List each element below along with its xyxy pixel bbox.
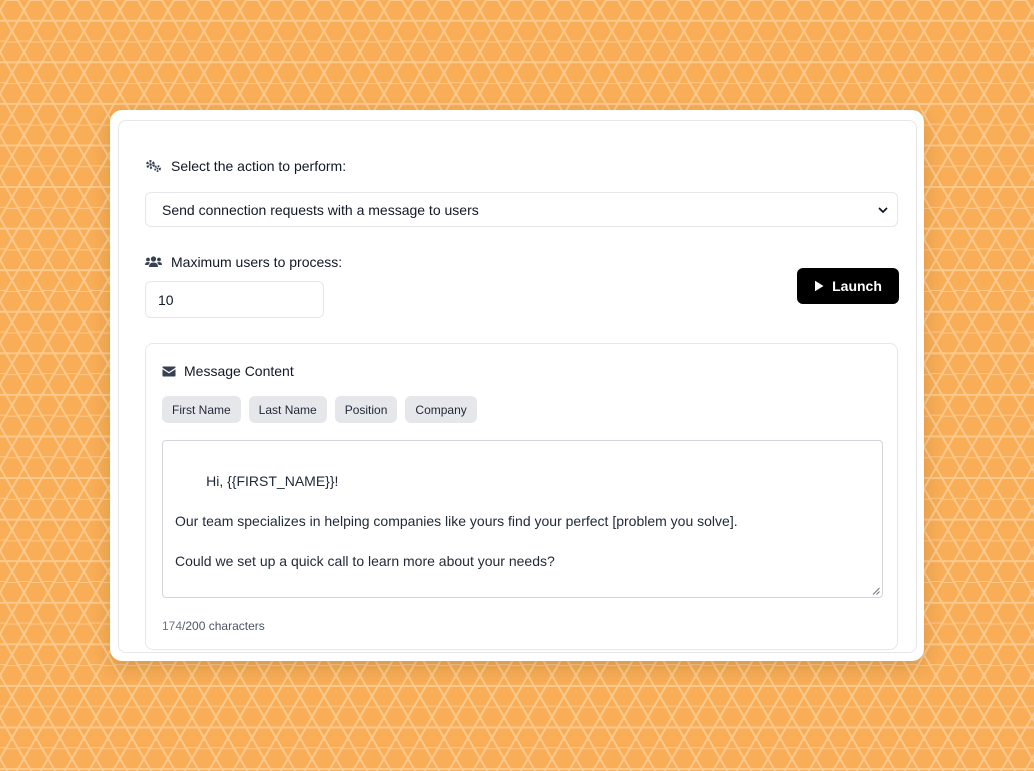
chip-company[interactable]: Company [405,396,477,423]
character-counter: 174/200 characters [162,619,265,633]
play-icon [815,280,824,292]
launch-button[interactable]: Launch [797,268,899,304]
campaign-card: Select the action to perform: Send conne… [110,110,924,661]
message-title: Message Content [184,363,294,379]
character-count: 174 [162,619,183,633]
chip-first-name[interactable]: First Name [162,396,241,423]
action-label: Select the action to perform: [171,158,347,174]
campaign-panel: Select the action to perform: Send conne… [118,120,917,653]
max-users-label: Maximum users to process: [171,254,343,270]
message-header: Message Content [162,363,294,379]
chip-position[interactable]: Position [334,396,398,423]
resize-handle-icon[interactable] [872,587,880,595]
action-label-row: Select the action to perform: [145,158,346,174]
envelope-icon [162,364,176,378]
message-text: Hi, {{FIRST_NAME}}! Our team specializes… [175,473,738,569]
character-limit: /200 characters [182,619,265,633]
chip-last-name[interactable]: Last Name [248,396,327,423]
launch-button-label: Launch [832,278,882,294]
action-select-value: Send connection requests with a message … [162,201,479,218]
chevron-down-icon [878,207,888,213]
max-users-value: 10 [158,291,174,308]
gears-icon [145,159,162,173]
max-users-label-row: Maximum users to process: [145,254,342,270]
message-textarea[interactable]: Hi, {{FIRST_NAME}}! Our team specializes… [162,440,883,598]
message-content-section: Message Content First Name Last Name Pos… [145,343,898,650]
variable-chips: First Name Last Name Position Company [162,396,477,423]
users-icon [145,255,162,269]
action-select[interactable]: Send connection requests with a message … [145,192,898,227]
max-users-input[interactable]: 10 [145,281,324,318]
